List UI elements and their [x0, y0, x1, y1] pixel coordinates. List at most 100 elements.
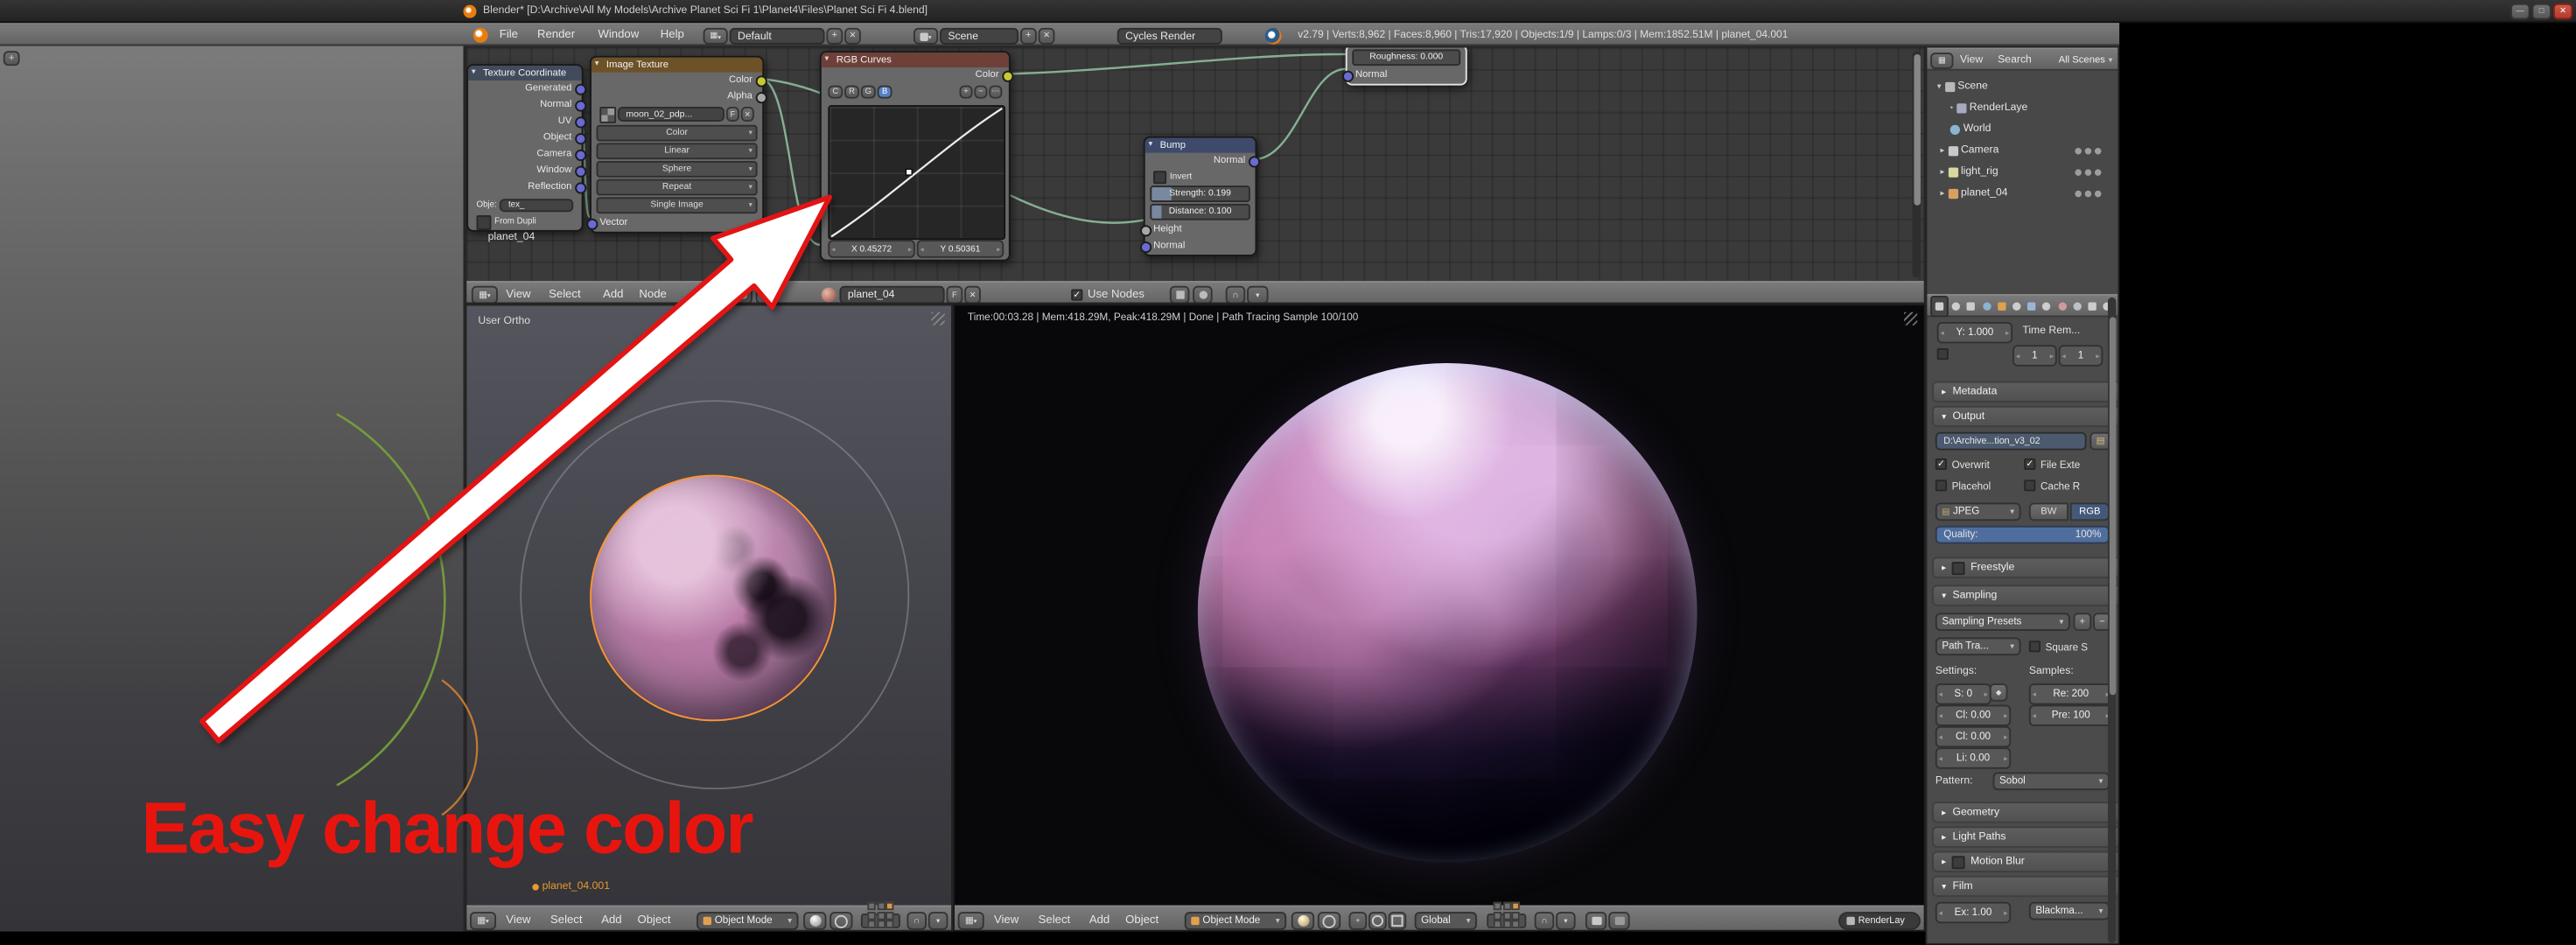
corner-widget[interactable] [1904, 312, 1918, 326]
outliner-item-planet-04[interactable]: ▸ planet_04 [1927, 184, 2108, 202]
tab-object[interactable] [1994, 297, 2009, 315]
color-space-select[interactable]: Color [596, 124, 758, 142]
node-title[interactable]: Image Texture [591, 57, 763, 73]
socket-icon[interactable] [575, 82, 587, 94]
socket-icon[interactable] [755, 91, 767, 103]
socket-icon[interactable] [575, 181, 587, 193]
rgb-toggle[interactable]: RGB [2069, 502, 2110, 522]
panel-output[interactable]: ▼ Output [1932, 405, 2118, 428]
seed-animate-button[interactable]: ◆ [1989, 683, 2008, 702]
tab-render-layers[interactable] [1949, 297, 1964, 315]
pattern-select[interactable]: Sobol [1992, 772, 2110, 791]
curve-widget[interactable] [828, 105, 1006, 241]
eye-icon[interactable] [2075, 168, 2082, 175]
outliner-item-scene[interactable]: ▾ Scene [1927, 77, 2108, 95]
tab-particles[interactable] [2084, 297, 2099, 315]
socket-icon[interactable] [1140, 241, 1152, 253]
channel-b-button[interactable]: B [877, 84, 892, 98]
tab-render[interactable] [1930, 295, 1950, 317]
layers-widget[interactable] [1487, 901, 1527, 929]
menu-add[interactable]: Add [1089, 906, 1110, 929]
tab-modifiers[interactable] [2024, 297, 2039, 315]
expand-toolshelf-button[interactable]: + [3, 51, 20, 66]
menu-select[interactable]: Select [550, 906, 583, 929]
curve-zoom-in-button[interactable]: + [959, 84, 973, 98]
material-name-field[interactable]: planet_04 [839, 285, 945, 303]
integrator-select[interactable]: Path Tra... [1935, 637, 2021, 656]
socket-icon[interactable] [1341, 69, 1354, 81]
fake-user-button[interactable]: F [725, 107, 739, 122]
shading-select[interactable] [1291, 912, 1315, 930]
light-threshold-field[interactable]: Li: 0.00 [1935, 747, 2012, 769]
tab-constraints[interactable] [2009, 297, 2024, 315]
editor-type-button[interactable]: ▦ [1930, 52, 1954, 69]
channel-r-button[interactable]: R [844, 84, 859, 98]
render-opengl-button[interactable] [1585, 912, 1607, 930]
time-remap-old-field[interactable]: 1 [2012, 345, 2057, 367]
pixel-filter-select[interactable]: Blackma... [2028, 901, 2110, 920]
roughness-slider[interactable]: Roughness: 0.000 [1352, 49, 1461, 66]
pivot-select[interactable] [830, 912, 853, 930]
socket-icon[interactable] [755, 74, 767, 87]
scene-icon-button[interactable]: ▾ [913, 27, 939, 45]
unlink-image-button[interactable]: ✕ [740, 107, 754, 122]
menu-view[interactable]: View [994, 906, 1018, 929]
panel-sampling[interactable]: ▼ Sampling [1932, 584, 2118, 606]
panel-light-paths[interactable]: ► Light Paths [1932, 826, 2118, 848]
screen-layout-icon-button[interactable]: ▦ ▾ [703, 27, 728, 45]
layers-widget[interactable] [860, 901, 900, 929]
strength-slider[interactable]: Strength: 0.199 [1150, 186, 1250, 202]
snap-toggle[interactable]: ∩ [1225, 285, 1246, 303]
backdrop-toggle[interactable] [1169, 285, 1190, 303]
curve-zoom-out-button[interactable]: − [974, 84, 988, 98]
snap-mode-select[interactable]: ▾ [1247, 285, 1269, 303]
placeholders-checkbox[interactable] [1935, 480, 1947, 492]
bw-toggle[interactable]: BW [2028, 502, 2068, 522]
auto-render-toggle[interactable] [1193, 285, 1213, 303]
projection-select[interactable]: Sphere [596, 161, 758, 178]
menu-view[interactable]: View [506, 283, 530, 303]
snap-toggle[interactable]: ∩ [906, 912, 927, 930]
shader-world-toggle[interactable] [755, 285, 776, 303]
select-icon[interactable] [2084, 168, 2092, 175]
manipulator-rotate-toggle[interactable] [1368, 912, 1387, 930]
outliner-item-light-rig[interactable]: ▸ light_rig [1927, 163, 2108, 181]
interpolation-select[interactable]: Linear [596, 143, 758, 160]
close-button[interactable]: ✕ [2552, 3, 2573, 20]
menu-file[interactable]: File [500, 24, 518, 47]
curve-x-field[interactable]: X 0.45272 [828, 240, 915, 258]
disclosure-icon[interactable]: ▸ [1940, 167, 1944, 177]
shader-object-toggle[interactable] [732, 285, 752, 303]
menu-object[interactable]: Object [1125, 906, 1158, 929]
file-format-select[interactable]: ▤ JPEG [1935, 502, 2021, 522]
seed-field[interactable]: S: 0 [1935, 683, 1992, 705]
menu-render[interactable]: Render [537, 24, 575, 47]
disclosure-icon[interactable]: ▸ [1940, 145, 1944, 155]
node-title[interactable]: Texture Coordinate [468, 66, 582, 81]
tab-texture[interactable] [2069, 297, 2084, 315]
snap-toggle[interactable]: ∩ [1534, 912, 1555, 930]
scene-add-button[interactable]: + [1019, 27, 1037, 45]
outliner-item-renderlayers[interactable]: • RenderLaye [1927, 99, 2108, 117]
tab-scene[interactable] [1964, 297, 1978, 315]
time-remap-new-field[interactable]: 1 [2058, 345, 2104, 367]
select-icon[interactable] [2084, 189, 2092, 197]
orientation-select[interactable]: Global [1414, 912, 1477, 930]
from-dupli-checkbox[interactable] [476, 214, 492, 229]
border-checkbox[interactable] [1936, 348, 1949, 360]
minimize-button[interactable]: — [2510, 3, 2530, 20]
panel-metadata[interactable]: ► Metadata [1932, 381, 2118, 403]
menu-window[interactable]: Window [598, 24, 639, 47]
manipulator-scale-toggle[interactable] [1388, 912, 1407, 930]
menu-add[interactable]: Add [601, 906, 621, 929]
cache-result-checkbox[interactable] [2024, 480, 2036, 492]
socket-icon[interactable] [1248, 155, 1261, 167]
shading-select[interactable] [803, 912, 827, 930]
preview-samples-field[interactable]: Pre: 100 [2028, 704, 2113, 726]
tab-material[interactable] [2054, 297, 2069, 315]
mode-select[interactable]: Object Mode [1184, 912, 1287, 930]
menu-object[interactable]: Object [638, 906, 671, 929]
menu-help[interactable]: Help [661, 24, 684, 47]
viewport-rendered[interactable]: Time:00:03.28 | Mem:418.29M, Peak:418.29… [953, 304, 1926, 932]
scrollbar-thumb[interactable] [2108, 317, 2116, 696]
